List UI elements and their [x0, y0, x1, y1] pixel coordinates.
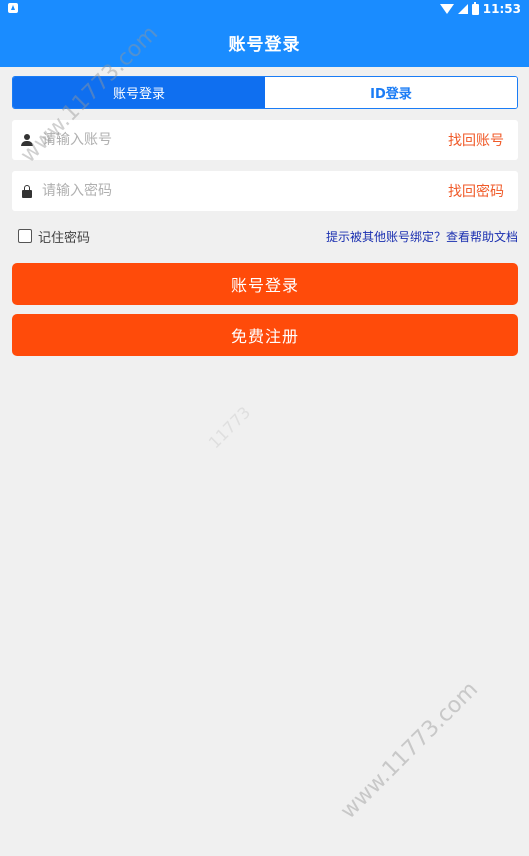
password-field-row: 找回密码 [12, 171, 518, 211]
remember-password-checkbox[interactable] [18, 229, 32, 243]
register-button[interactable]: 免费注册 [12, 314, 518, 356]
watermark: www.11773.com [335, 676, 483, 825]
login-page: 11:53 账号登录 账号登录 ID登录 找回账号 找回密码 记住密码 提示被其… [0, 0, 529, 856]
password-input[interactable] [42, 171, 448, 211]
remember-password[interactable]: 记住密码 [18, 226, 90, 246]
login-mode-tabs: 账号登录 ID登录 [12, 76, 518, 109]
wifi-icon [439, 4, 454, 14]
user-icon [12, 120, 42, 160]
account-input[interactable] [42, 120, 448, 160]
app-notification-icon [8, 3, 18, 13]
page-title: 账号登录 [228, 35, 301, 55]
remember-password-label: 记住密码 [38, 230, 91, 246]
lock-icon [12, 171, 42, 211]
status-indicators: 11:53 [439, 1, 521, 17]
status-time: 11:53 [482, 2, 521, 16]
status-bar: 11:53 [0, 0, 529, 18]
app-bar: 账号登录 [0, 18, 529, 67]
recover-account-link[interactable]: 找回账号 [448, 130, 518, 150]
login-button[interactable]: 账号登录 [12, 263, 518, 305]
help-doc-link[interactable]: 提示被其他账号绑定？查看帮助文档 [326, 228, 518, 245]
account-field-row: 找回账号 [12, 120, 518, 160]
cellular-icon [457, 4, 468, 14]
tab-id-login[interactable]: ID登录 [265, 77, 517, 108]
battery-icon [471, 1, 479, 15]
watermark: 11773 [204, 402, 255, 453]
tab-account-login[interactable]: 账号登录 [13, 77, 265, 108]
recover-password-link[interactable]: 找回密码 [448, 181, 518, 201]
